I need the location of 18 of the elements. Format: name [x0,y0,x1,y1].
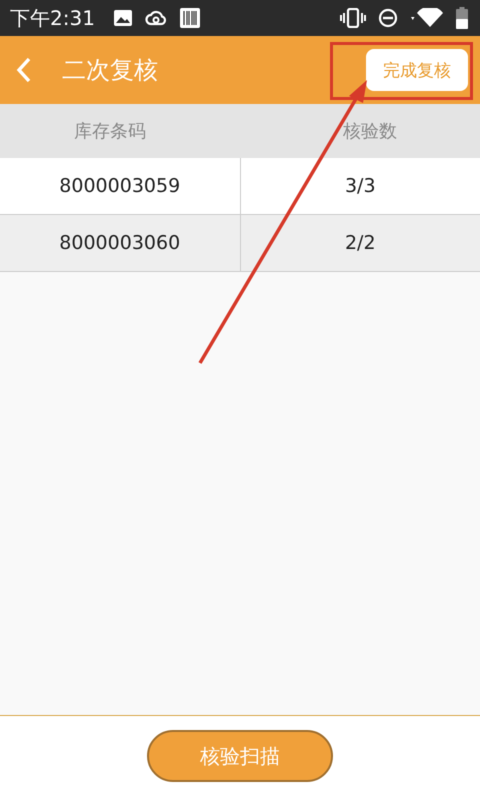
scan-button[interactable]: 核验扫描 [147,730,333,782]
battery-icon [456,7,468,29]
table-cell-text: 8000003060 [58,231,182,256]
status-time: 下午2:31 [10,4,95,32]
barcode-icon [178,7,201,29]
column-header: 核验数 [342,120,398,144]
back-icon[interactable] [16,57,32,83]
table-cell: 2/2 [240,215,480,271]
table-cell-text: 8000003059 [58,174,182,199]
image-icon [112,9,133,27]
finish-review-button[interactable]: 完成复核 [366,49,468,91]
table-cell: 3/3 [240,158,480,214]
cloud-icon [144,9,167,27]
wifi-icon [410,8,444,28]
column-header: 库存条码 [73,120,147,144]
vibrate-icon [340,8,366,28]
do-not-disturb-icon [378,8,398,28]
page-title: 二次复核 [62,55,158,86]
